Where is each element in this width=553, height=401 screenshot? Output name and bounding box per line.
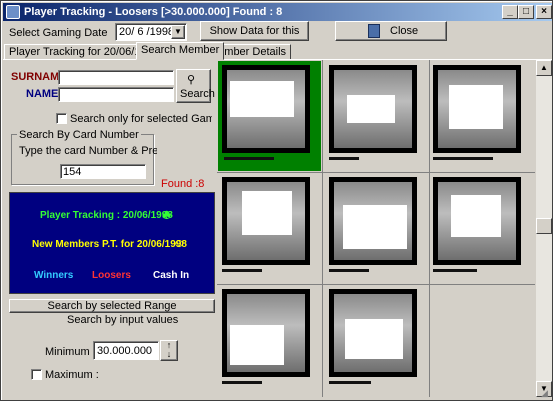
scroll-up-icon[interactable]: ▲: [536, 60, 552, 76]
search-button[interactable]: ⚲ Search: [176, 69, 215, 103]
only-selected-date-label: Search only for selected Gaming Date: [70, 113, 212, 125]
face-redaction: [230, 325, 284, 365]
app-icon: [6, 5, 20, 19]
grid-divider: [217, 284, 535, 285]
binoculars-icon: ⚲: [187, 74, 196, 86]
grid-divider: [322, 60, 323, 397]
tab-search-member[interactable]: Search Member: [136, 42, 225, 60]
surname-input[interactable]: [58, 70, 174, 85]
member-photo: [329, 65, 417, 153]
found-count-text: Found :8: [161, 178, 205, 190]
loosers-link[interactable]: Loosers: [92, 270, 131, 281]
maximize-button[interactable]: □: [518, 5, 534, 19]
search-button-label: Search: [180, 88, 215, 100]
clubs-icon: ♣: [162, 206, 172, 222]
member-caption: [224, 157, 274, 160]
card-instruction: Type the card Number & Press Ente: [19, 145, 157, 157]
cash-in-link[interactable]: Cash In: [153, 270, 189, 281]
card-number-value: 154: [63, 166, 82, 178]
minimum-label: Minimum :: [45, 346, 96, 358]
shortcut-panel: Player Tracking : 20/06/1998 ♣ New Membe…: [9, 192, 215, 294]
card-group-title: Search By Card Number: [17, 129, 141, 141]
member-caption: [433, 269, 477, 272]
member-photo: [329, 289, 417, 377]
member-photo: [222, 289, 310, 377]
title-bar[interactable]: Player Tracking - Loosers [>30.000.000] …: [3, 3, 552, 21]
gaming-date-select[interactable]: 20/ 6 /1998 ▼: [115, 23, 187, 41]
selected-range-button[interactable]: Search by selected Range: [9, 299, 215, 313]
face-redaction: [230, 81, 294, 117]
member-tile[interactable]: [325, 285, 429, 395]
member-tile[interactable]: [218, 285, 321, 395]
minimum-value: 30.000.000: [97, 345, 153, 357]
maximum-label: Maximum :: [45, 369, 99, 381]
face-redaction: [449, 85, 503, 129]
member-photo: [433, 177, 521, 265]
member-tile[interactable]: [218, 173, 321, 283]
name-input[interactable]: [58, 87, 174, 102]
face-redaction: [242, 191, 292, 235]
chevron-down-icon[interactable]: ▼: [171, 25, 185, 39]
photo-grid-scrollbar[interactable]: ▲ ▼: [536, 60, 552, 397]
card-number-input[interactable]: 154: [60, 164, 146, 179]
new-members-link[interactable]: New Members P.T. for 20/06/1998: [32, 239, 187, 250]
member-tile[interactable]: [431, 173, 535, 283]
member-photo-grid: [217, 60, 535, 397]
member-tile[interactable]: [431, 61, 535, 171]
grid-divider: [217, 172, 535, 173]
member-caption: [222, 269, 262, 272]
member-caption: [329, 269, 369, 272]
only-selected-date-checkbox[interactable]: [56, 113, 67, 124]
smiley-icon: ☺: [173, 236, 186, 250]
grid-divider: [429, 60, 430, 397]
player-tracking-link[interactable]: Player Tracking : 20/06/1998: [40, 210, 173, 221]
minimum-stepper[interactable]: ↑ ↓: [160, 340, 178, 361]
face-redaction: [343, 205, 407, 249]
member-photo: [433, 65, 521, 153]
member-caption: [433, 157, 493, 160]
name-label: NAME: [26, 88, 59, 100]
member-photo: [329, 177, 417, 265]
face-redaction: [345, 319, 403, 359]
window-title: Player Tracking - Loosers [>30.000.000] …: [24, 6, 283, 18]
member-tile[interactable]: [218, 61, 321, 171]
gaming-date-label: Select Gaming Date: [9, 27, 108, 39]
face-redaction: [347, 95, 395, 123]
member-caption: [329, 381, 371, 384]
maximum-checkbox[interactable]: [31, 369, 42, 380]
player-tracking-window: Player Tracking - Loosers [>30.000.000] …: [0, 0, 553, 401]
face-redaction: [451, 195, 501, 237]
door-exit-icon: [368, 24, 380, 38]
show-data-button[interactable]: Show Data for this Date: [200, 21, 309, 55]
close-button-label: Close: [390, 25, 419, 37]
member-photo: [222, 65, 310, 153]
step-down-icon: ↓: [166, 349, 172, 359]
member-tile[interactable]: [325, 173, 429, 283]
minimum-input[interactable]: 30.000.000: [93, 341, 159, 360]
winners-link[interactable]: Winners: [34, 270, 73, 281]
member-caption: [222, 381, 262, 384]
close-window-button[interactable]: ×: [536, 5, 552, 19]
scroll-thumb[interactable]: [536, 218, 552, 234]
close-button[interactable]: Close: [335, 21, 447, 41]
size-grip-icon[interactable]: ◢: [541, 388, 548, 399]
member-caption: [329, 157, 359, 160]
member-tile[interactable]: [325, 61, 429, 171]
member-photo: [222, 177, 310, 265]
gaming-date-value: 20/ 6 /1998: [119, 26, 175, 38]
minimize-button[interactable]: _: [502, 5, 518, 19]
input-values-label: Search by input values: [67, 314, 179, 326]
